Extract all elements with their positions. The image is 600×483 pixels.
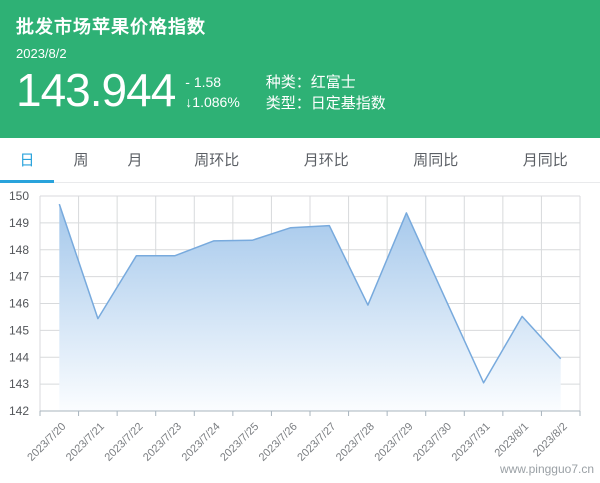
tab-month-on-month[interactable]: 月环比 bbox=[272, 138, 382, 183]
svg-text:2023/8/1: 2023/8/1 bbox=[492, 421, 531, 460]
page-title: 批发市场苹果价格指数 bbox=[16, 17, 206, 37]
watermark-link: www.pingguo7.cn bbox=[499, 462, 594, 476]
svg-text:2023/7/24: 2023/7/24 bbox=[180, 421, 223, 464]
stats-row: 143.944 - 1.58 ↓1.086% 种类：红富士 类型：日定基指数 bbox=[16, 63, 584, 117]
change-percent: ↓1.086% bbox=[185, 94, 240, 110]
svg-text:2023/7/23: 2023/7/23 bbox=[141, 421, 184, 464]
svg-text:145: 145 bbox=[9, 323, 29, 337]
price-index-area-chart: 1421431441451461471481491502023/7/202023… bbox=[9, 189, 581, 464]
svg-text:2023/8/2: 2023/8/2 bbox=[531, 421, 570, 460]
variety-label: 种类：红富士 bbox=[265, 74, 356, 91]
svg-text:2023/7/22: 2023/7/22 bbox=[102, 421, 145, 464]
header: 批发市场苹果价格指数 2023/8/2 143.944 - 1.58 ↓1.08… bbox=[0, 0, 600, 138]
svg-text:2023/7/29: 2023/7/29 bbox=[372, 421, 415, 464]
svg-text:2023/7/28: 2023/7/28 bbox=[334, 421, 377, 464]
svg-text:148: 148 bbox=[9, 243, 29, 257]
svg-text:2023/7/25: 2023/7/25 bbox=[218, 421, 261, 464]
svg-text:2023/7/27: 2023/7/27 bbox=[295, 421, 338, 464]
change-amount: - 1.58 bbox=[185, 74, 222, 90]
svg-text:143: 143 bbox=[9, 377, 29, 391]
tab-month-yoy[interactable]: 月同比 bbox=[491, 138, 600, 183]
meta-block: 种类：红富士 类型：日定基指数 bbox=[266, 72, 386, 114]
index-type-label: 类型：日定基指数 bbox=[265, 95, 386, 112]
tab-week[interactable]: 周 bbox=[54, 138, 108, 183]
tab-month[interactable]: 月 bbox=[108, 138, 162, 183]
change-block: - 1.58 ↓1.086% bbox=[185, 72, 239, 112]
header-date: 2023/8/2 bbox=[16, 46, 67, 61]
svg-text:147: 147 bbox=[9, 270, 29, 284]
tab-week-yoy[interactable]: 周同比 bbox=[381, 138, 491, 183]
svg-text:2023/7/26: 2023/7/26 bbox=[257, 421, 300, 464]
chart-area: 142 143 144 145 146 147 148 149 150 2023/7/20 2023… bbox=[0, 183, 600, 483]
tab-bar: 日 周 月 周环比 月环比 周同比 月同比 bbox=[0, 138, 600, 183]
index-value: 143.944 bbox=[16, 64, 176, 116]
svg-text:150: 150 bbox=[9, 189, 29, 203]
price-index-widget: 批发市场苹果价格指数 2023/8/2 143.944 - 1.58 ↓1.08… bbox=[0, 0, 600, 483]
tab-week-on-week[interactable]: 周环比 bbox=[162, 138, 272, 183]
svg-text:2023/7/21: 2023/7/21 bbox=[64, 421, 107, 464]
svg-text:149: 149 bbox=[9, 216, 29, 230]
tab-day[interactable]: 日 bbox=[0, 138, 54, 183]
svg-text:144: 144 bbox=[9, 350, 29, 364]
svg-text:2023/7/30: 2023/7/30 bbox=[411, 421, 454, 464]
svg-text:146: 146 bbox=[9, 297, 29, 311]
svg-text:2023/7/20: 2023/7/20 bbox=[25, 421, 68, 464]
svg-text:2023/7/31: 2023/7/31 bbox=[450, 421, 493, 464]
svg-text:142: 142 bbox=[9, 404, 29, 418]
